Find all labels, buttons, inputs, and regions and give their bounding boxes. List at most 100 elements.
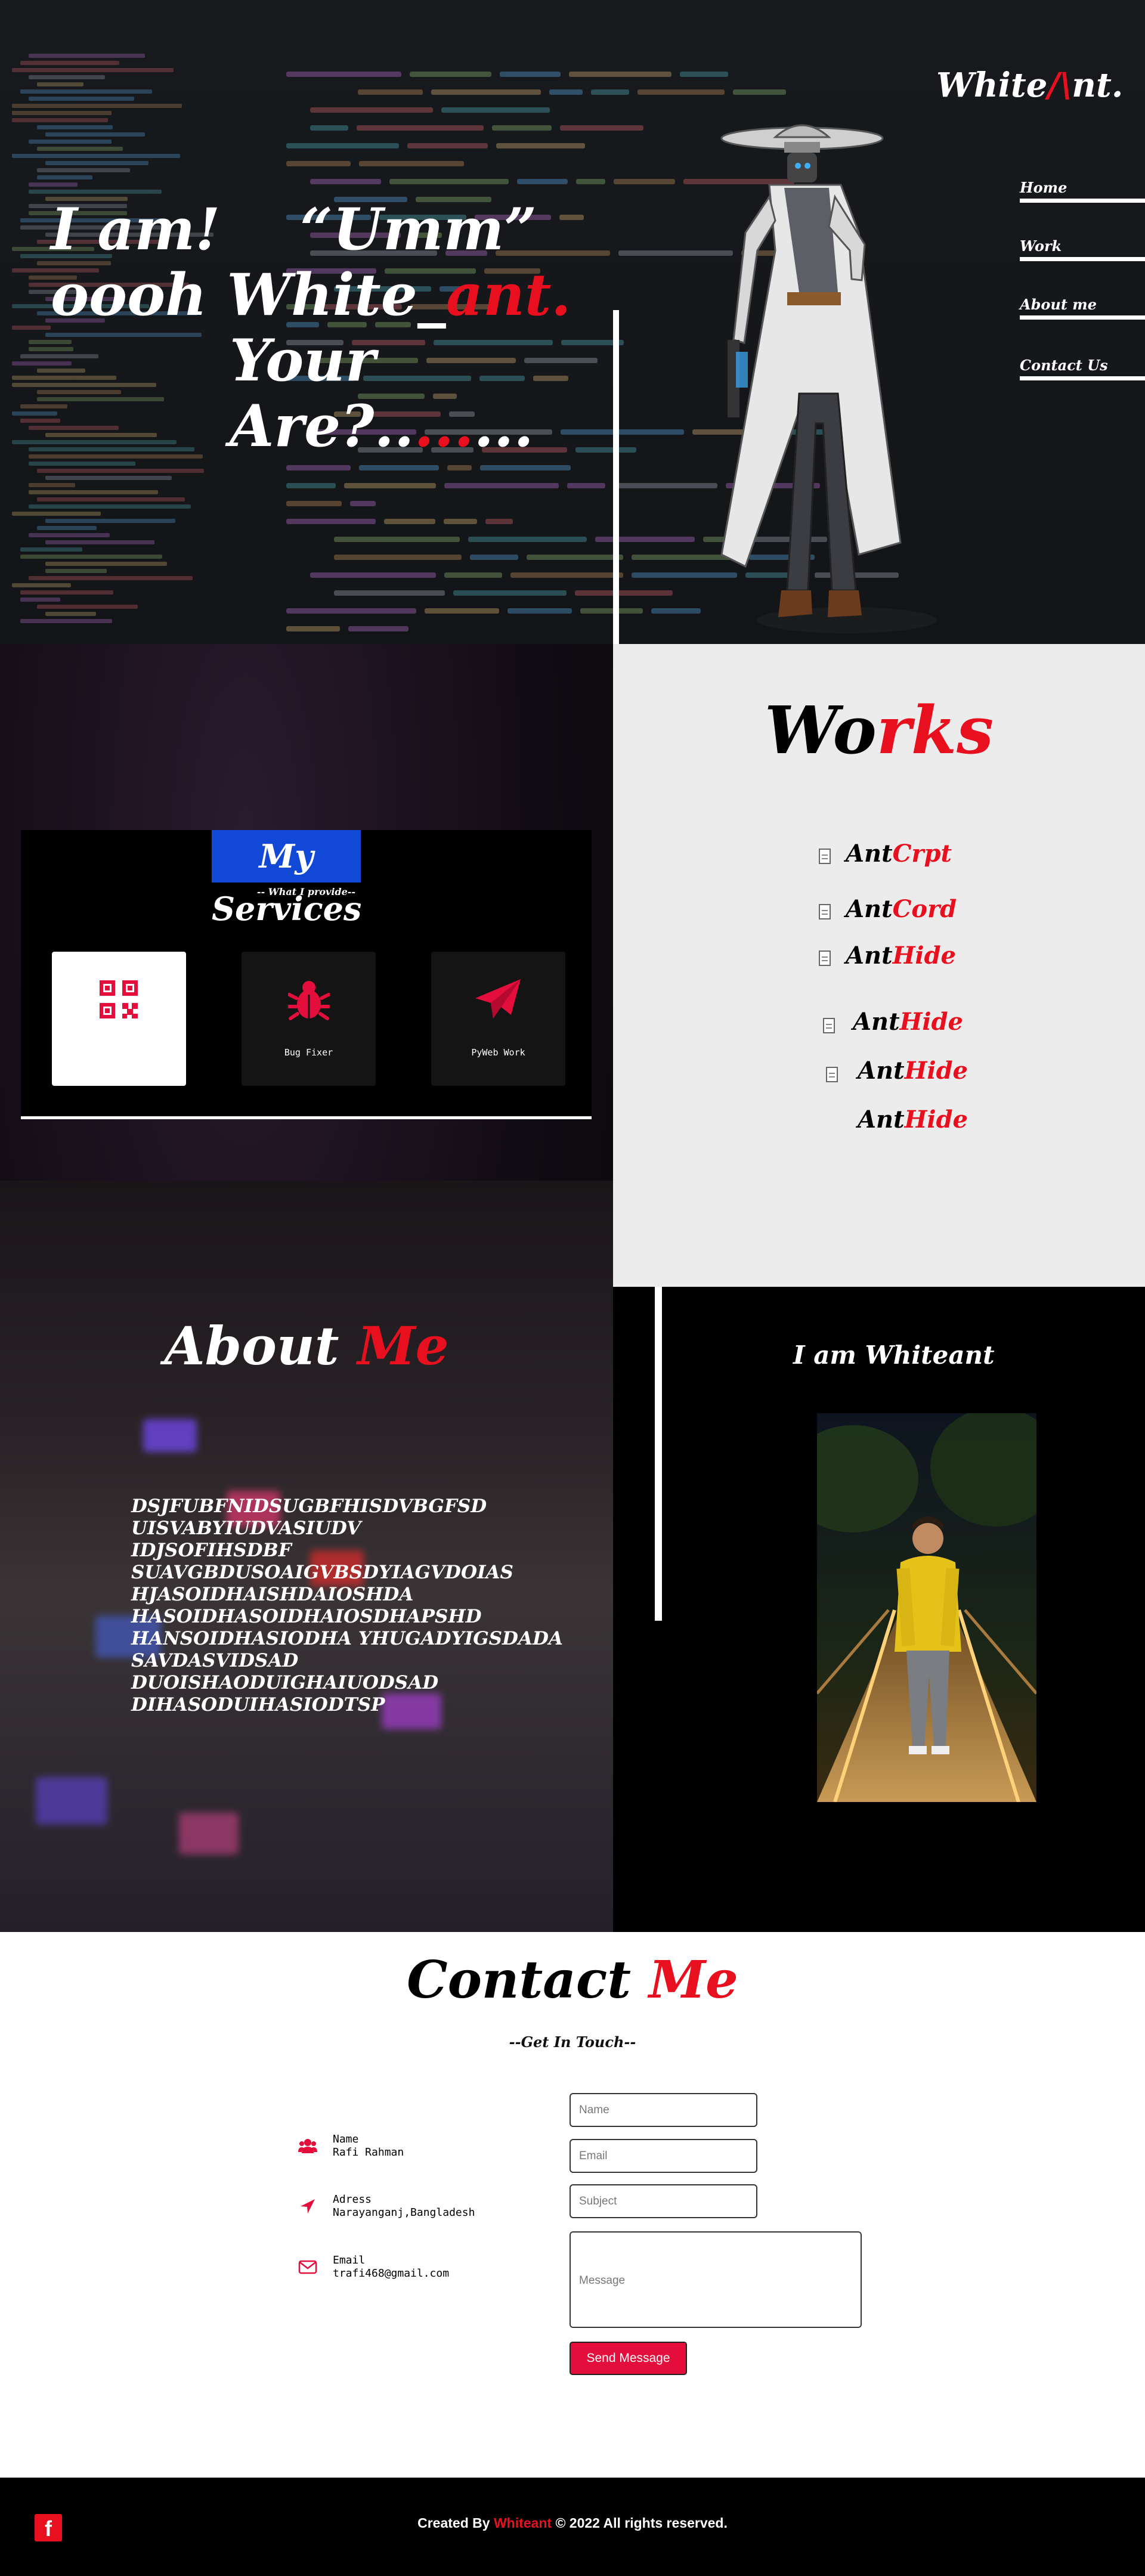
main-nav: Home Work About me Contact Us [1020, 179, 1145, 415]
contact-info-label: Adress [333, 2193, 372, 2206]
profile-title: I am Whiteant [793, 1340, 995, 1370]
brand-text-tail: nt. [1072, 66, 1124, 105]
work-item-accent: Hide [904, 1057, 968, 1085]
cowboy-character-illustration [720, 124, 936, 633]
hero-headline: I am! “Umm” oooh White_ant. Your Are?...… [51, 197, 587, 459]
work-item-accent: Cord [892, 895, 957, 923]
about-line: UISVABYIUDVASIUDV [131, 1518, 361, 1539]
contact-title-accent: Me [648, 1950, 738, 2010]
qr-code-icon [100, 980, 138, 1018]
nav-work[interactable]: Work [1020, 237, 1145, 261]
work-item-text: Ant [846, 840, 893, 868]
users-icon [298, 2139, 317, 2153]
message-field[interactable] [570, 2231, 862, 2328]
brand-text: White [936, 66, 1048, 105]
about-text: DSJFUBFNIDSUGBFHISDVBGFSD UISVABYIUDVASI… [131, 1496, 572, 1716]
subject-field[interactable] [570, 2184, 757, 2218]
work-item-antcord[interactable]: AntCord [846, 895, 957, 923]
profile-divider [655, 1287, 662, 1621]
works-title-text: Wo [764, 692, 877, 769]
hero-line-2-accent: ant. [445, 261, 571, 329]
about-line: DIHASODUIHASIODTSP [131, 1694, 385, 1716]
contact-info-value: Narayanganj,Bangladesh [333, 2206, 475, 2219]
about-title: About Me [0, 1315, 613, 1377]
brand-logo[interactable]: White/\nt. [936, 66, 1123, 105]
works-title: Works [613, 692, 1145, 769]
key-glow [179, 1813, 239, 1854]
brand-accent: /\ [1047, 66, 1072, 105]
hero-line-2: oooh White_ant. [51, 262, 587, 328]
about-line: SUAVGBDUSOAIGVBSDYIAGVDOIAS [131, 1562, 513, 1583]
contact-info-label: Name [333, 2133, 359, 2145]
service-label: Bug Fixer [284, 1047, 333, 1058]
hero-line-1: I am! “Umm” [51, 196, 537, 263]
profile-photo [817, 1413, 1036, 1802]
work-item-text: Ant [858, 1057, 905, 1085]
key-glow [36, 1777, 107, 1825]
document-icon [819, 950, 831, 966]
hero-line-2-text: oooh White_ [51, 261, 446, 329]
document-icon [826, 1067, 838, 1082]
hero-line-3: Your Are?........ [51, 328, 587, 459]
paper-plane-icon [475, 979, 521, 1018]
name-field[interactable] [570, 2093, 757, 2127]
services-title: My Services [212, 830, 361, 928]
works-section: Works AntCrpt AntCord AntHide AntHide An… [613, 644, 1145, 1287]
work-item-anthide[interactable]: AntHide [853, 1008, 963, 1036]
work-item-anthide[interactable]: AntHide [858, 1057, 968, 1085]
work-item-antcrpt[interactable]: AntCrpt [846, 840, 952, 868]
document-icon [819, 904, 831, 919]
about-line: HANSOIDHASIODHA YHUGADYIGSDADA [131, 1628, 563, 1649]
about-line: IDJSOFIHSDBF [131, 1540, 292, 1561]
hero-line-3-text: Your Are?.. [230, 327, 414, 460]
about-line: SAVDASVIDSAD [131, 1650, 299, 1671]
work-item-accent: Hide [904, 1106, 968, 1134]
copyright-text: Created By Whiteant © 2022 All rights re… [0, 2515, 1145, 2531]
copyright-prefix: Created By [417, 2515, 494, 2531]
work-item-accent: Crpt [892, 840, 952, 868]
service-card-qr[interactable] [52, 952, 186, 1086]
nav-home[interactable]: Home [1020, 179, 1145, 203]
about-line: HJASOIDHAISHDAIOSHDA [131, 1584, 414, 1605]
hero-line-3-tail: ... [474, 392, 534, 460]
nav-contact[interactable]: Contact Us [1020, 357, 1145, 380]
contact-info-value: trafi468@gmail.com [333, 2267, 450, 2280]
contact-subtitle: --Get In Touch-- [509, 2033, 636, 2051]
work-item-anthide[interactable]: AntHide [858, 1106, 968, 1134]
work-item-text: Ant [853, 1008, 900, 1036]
services-subtitle: -- What I provide-- [256, 886, 356, 897]
document-icon [819, 849, 831, 864]
footer [0, 2488, 1145, 2576]
copyright-suffix: © 2022 All rights reserved. [552, 2515, 728, 2531]
work-item-text: Ant [858, 1106, 905, 1134]
key-glow [143, 1419, 197, 1452]
footer-divider [0, 2478, 1145, 2481]
contact-info-label: Email [333, 2254, 366, 2267]
contact-title: Contact Me [0, 1950, 1145, 2010]
work-item-accent: Hide [899, 1008, 963, 1036]
email-field[interactable] [570, 2139, 757, 2173]
about-line: DSJFUBFNIDSUGBFHISDVBGFSD [131, 1496, 487, 1517]
copyright-author[interactable]: Whiteant [494, 2515, 552, 2531]
service-label: PyWeb Work [471, 1047, 525, 1058]
contact-info-value: Rafi Rahman [333, 2146, 404, 2159]
about-title-accent: Me [357, 1315, 449, 1377]
about-line: DUOISHAODUIGHAIUODSAD [131, 1672, 439, 1693]
nav-about[interactable]: About me [1020, 296, 1145, 320]
services-section: My Services -- What I provide-- Bug Fixe… [21, 830, 592, 1119]
location-arrow-icon [301, 2199, 315, 2213]
work-item-text: Ant [846, 942, 893, 970]
work-item-anthide[interactable]: AntHide [846, 942, 956, 970]
works-title-accent: rks [876, 692, 994, 769]
send-message-button[interactable]: Send Message [570, 2342, 687, 2375]
hero-section: I am! “Umm” oooh White_ant. Your Are?...… [0, 0, 1145, 644]
work-item-accent: Hide [892, 942, 956, 970]
bug-icon [288, 981, 330, 1020]
about-line: HASOIDHASOIDHAIOSDHAPSHD [131, 1606, 482, 1627]
service-card-pyweb-work[interactable]: PyWeb Work [431, 952, 565, 1086]
about-title-text: About [164, 1315, 358, 1377]
envelope-icon [298, 2260, 317, 2274]
contact-title-text: Contact [407, 1950, 649, 2010]
hero-divider [613, 310, 619, 644]
service-card-bug-fixer[interactable]: Bug Fixer [242, 952, 376, 1086]
